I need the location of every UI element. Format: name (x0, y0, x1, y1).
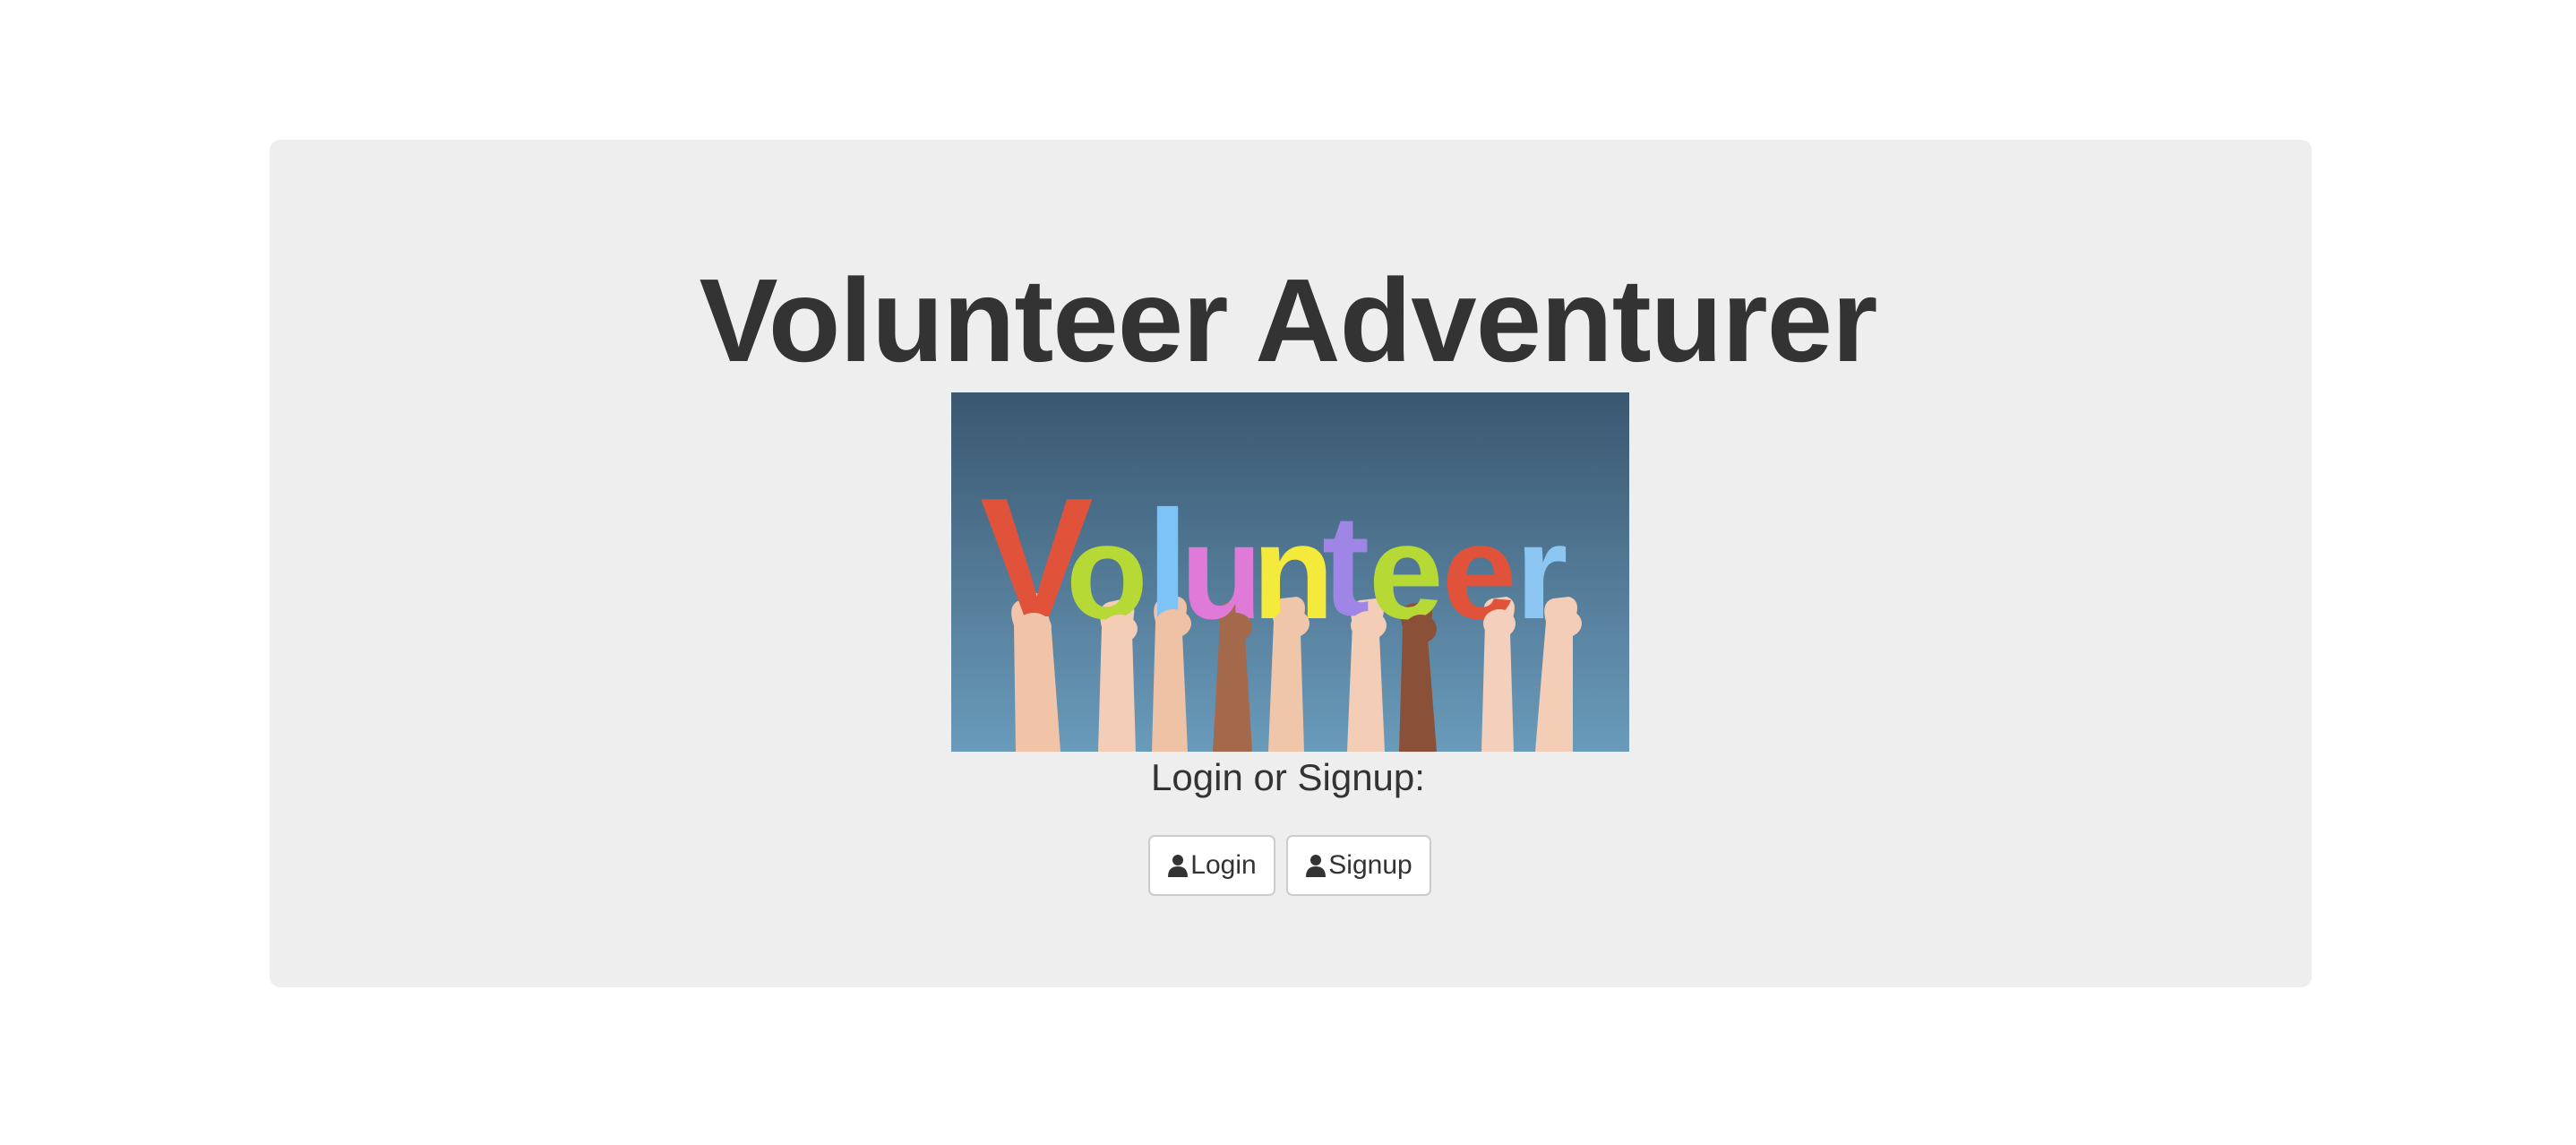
volunteer-hero-image: V o l u n t e e r (951, 392, 1629, 752)
login-button[interactable]: Login (1148, 835, 1275, 896)
signup-button[interactable]: Signup (1286, 835, 1431, 896)
user-icon (1305, 854, 1327, 877)
user-icon (1167, 854, 1189, 877)
login-button-label: Login (1190, 850, 1257, 880)
page-title: Volunteer Adventurer (699, 254, 1878, 386)
login-or-signup-prompt: Login or Signup: (1151, 756, 1425, 798)
signup-button-label: Signup (1328, 850, 1413, 880)
